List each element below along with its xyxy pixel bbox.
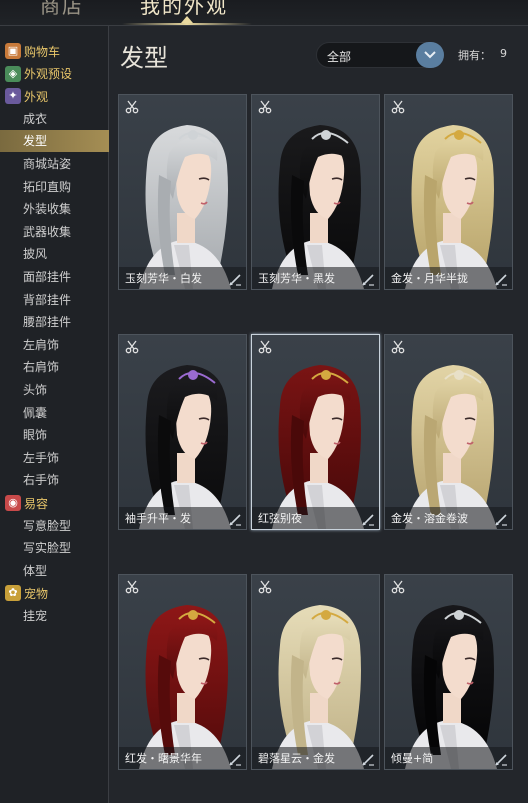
hairstyle-card[interactable]: 碧落星云・金发 xyxy=(251,574,380,770)
sidebar-item[interactable]: 披风 xyxy=(0,243,109,265)
hairstyle-portrait xyxy=(272,365,364,529)
dye-brush-icon[interactable] xyxy=(228,512,242,526)
sidebar-category-wardrobe[interactable]: ✦ 外观 xyxy=(0,85,109,107)
sidebar-category-preset[interactable]: ◈ 外观预设 xyxy=(0,63,109,85)
hairstyle-name: 玉刻芳华・白发 xyxy=(125,272,202,285)
mask-icon: ◉ xyxy=(5,495,21,511)
owned-count: 9 xyxy=(500,47,507,60)
hairstyle-name: 碧落星云・金发 xyxy=(258,752,335,765)
dye-brush-icon[interactable] xyxy=(228,272,242,286)
sidebar-category-label: 外观 xyxy=(24,89,49,104)
active-tab-caret xyxy=(181,16,193,23)
dye-brush-icon[interactable] xyxy=(361,512,375,526)
main-content: 发型 全部 拥有： 9 玉刻芳华・白发 玉刻芳华・黑发 金发・月华半拢 袖手升平・发红… xyxy=(110,26,528,803)
dye-brush-icon[interactable] xyxy=(361,272,375,286)
hairstyle-portrait xyxy=(272,125,364,289)
tab-shop[interactable]: 商店 xyxy=(40,0,84,19)
scissors-icon[interactable] xyxy=(391,339,405,354)
dye-brush-icon[interactable] xyxy=(494,272,508,286)
sidebar-item[interactable]: 外装收集 xyxy=(0,198,109,220)
hairstyle-card[interactable]: 红弦别夜 xyxy=(251,334,380,530)
sidebar-category-label: 宠物 xyxy=(24,586,49,601)
sidebar-item[interactable]: 左肩饰 xyxy=(0,334,109,356)
sidebar-item[interactable]: 商城站姿 xyxy=(0,153,109,175)
sidebar-item[interactable]: 背部挂件 xyxy=(0,289,109,311)
hairstyle-name: 袖手升平・发 xyxy=(125,512,191,525)
hairstyle-card[interactable]: 红发・曙景华年 xyxy=(118,574,247,770)
page-title: 发型 xyxy=(120,44,168,72)
hairstyle-card[interactable]: 金发・溶金卷波 xyxy=(384,334,513,530)
sidebar-item[interactable]: 佩囊 xyxy=(0,402,109,424)
hairstyle-card[interactable]: 玉刻芳华・黑发 xyxy=(251,94,380,290)
dye-brush-icon[interactable] xyxy=(494,512,508,526)
preset-icon: ◈ xyxy=(5,65,21,82)
sidebar-item[interactable]: 眼饰 xyxy=(0,424,109,446)
hairstyle-name: 金发・溶金卷波 xyxy=(391,512,468,525)
hairstyle-portrait xyxy=(405,125,497,289)
dye-brush-icon[interactable] xyxy=(361,752,375,766)
filter-dropdown[interactable]: 全部 xyxy=(316,42,444,68)
hairstyle-portrait xyxy=(405,605,497,769)
sidebar-category-label: 购物车 xyxy=(24,44,61,59)
scissors-icon[interactable] xyxy=(391,99,405,114)
sidebar-item[interactable]: 拓印直购 xyxy=(0,176,109,198)
hairstyle-name: 玉刻芳华・黑发 xyxy=(258,272,335,285)
hairstyle-portrait xyxy=(405,365,497,529)
hairstyle-portrait xyxy=(139,125,231,289)
chevron-down-icon[interactable] xyxy=(416,42,444,68)
scissors-icon[interactable] xyxy=(125,339,139,354)
sidebar-item[interactable]: 右手饰 xyxy=(0,469,109,491)
sidebar-item[interactable]: 体型 xyxy=(0,560,109,582)
sidebar: ▣ 购物车 ◈ 外观预设 ✦ 外观 成衣 发型 商城站姿 拓印直购 外装收集 武器收集 披风 面部挂件 背部… xyxy=(0,26,109,803)
hairstyle-card[interactable]: 袖手升平・发 xyxy=(118,334,247,530)
hairstyle-portrait xyxy=(139,365,231,529)
hairstyle-name: 红发・曙景华年 xyxy=(125,752,202,765)
sidebar-category-label: 易容 xyxy=(24,496,49,511)
scissors-icon[interactable] xyxy=(391,579,405,594)
sidebar-item[interactable]: 左手饰 xyxy=(0,447,109,469)
cart-icon: ▣ xyxy=(5,43,21,59)
scissors-icon[interactable] xyxy=(125,579,139,594)
sidebar-item[interactable]: 武器收集 xyxy=(0,221,109,243)
active-tab-indicator xyxy=(122,23,252,25)
hairstyle-card[interactable]: 倾曼+简 xyxy=(384,574,513,770)
scissors-icon[interactable] xyxy=(125,99,139,114)
dye-brush-icon[interactable] xyxy=(494,752,508,766)
sidebar-item[interactable]: 写实脸型 xyxy=(0,537,109,559)
scissors-icon[interactable] xyxy=(258,579,272,594)
hairstyle-portrait xyxy=(139,605,231,769)
scissors-icon[interactable] xyxy=(258,99,272,114)
filter-value: 全部 xyxy=(327,50,352,64)
scissors-icon[interactable] xyxy=(258,339,272,354)
sidebar-item[interactable]: 写意脸型 xyxy=(0,515,109,537)
sidebar-category-mask[interactable]: ◉ 易容 xyxy=(0,492,109,514)
sidebar-item[interactable]: 挂宠 xyxy=(0,605,109,627)
hairstyle-name: 红弦别夜 xyxy=(258,512,302,525)
sidebar-item[interactable]: 腰部挂件 xyxy=(0,311,109,333)
pet-icon: ✿ xyxy=(5,585,21,602)
hairstyle-name: 倾曼+简 xyxy=(391,752,434,765)
sidebar-category-label: 外观预设 xyxy=(24,67,73,82)
sidebar-item[interactable]: 头饰 xyxy=(0,379,109,401)
sidebar-item[interactable]: 右肩饰 xyxy=(0,356,109,378)
dye-brush-icon[interactable] xyxy=(228,752,242,766)
owned-label: 拥有： xyxy=(458,49,491,62)
hairstyle-name: 金发・月华半拢 xyxy=(391,272,468,285)
sidebar-category-pet[interactable]: ✿ 宠物 xyxy=(0,582,109,604)
sidebar-item[interactable]: 发型 xyxy=(0,130,109,153)
sidebar-category-cart[interactable]: ▣ 购物车 xyxy=(0,40,109,62)
hairstyle-portrait xyxy=(272,605,364,769)
wardrobe-icon: ✦ xyxy=(5,88,21,105)
sidebar-item[interactable]: 成衣 xyxy=(0,108,109,130)
hairstyle-card[interactable]: 玉刻芳华・白发 xyxy=(118,94,247,290)
sidebar-item[interactable]: 面部挂件 xyxy=(0,266,109,288)
hairstyle-card[interactable]: 金发・月华半拢 xyxy=(384,94,513,290)
top-tab-bar: 商店 我的外观 xyxy=(0,0,528,26)
